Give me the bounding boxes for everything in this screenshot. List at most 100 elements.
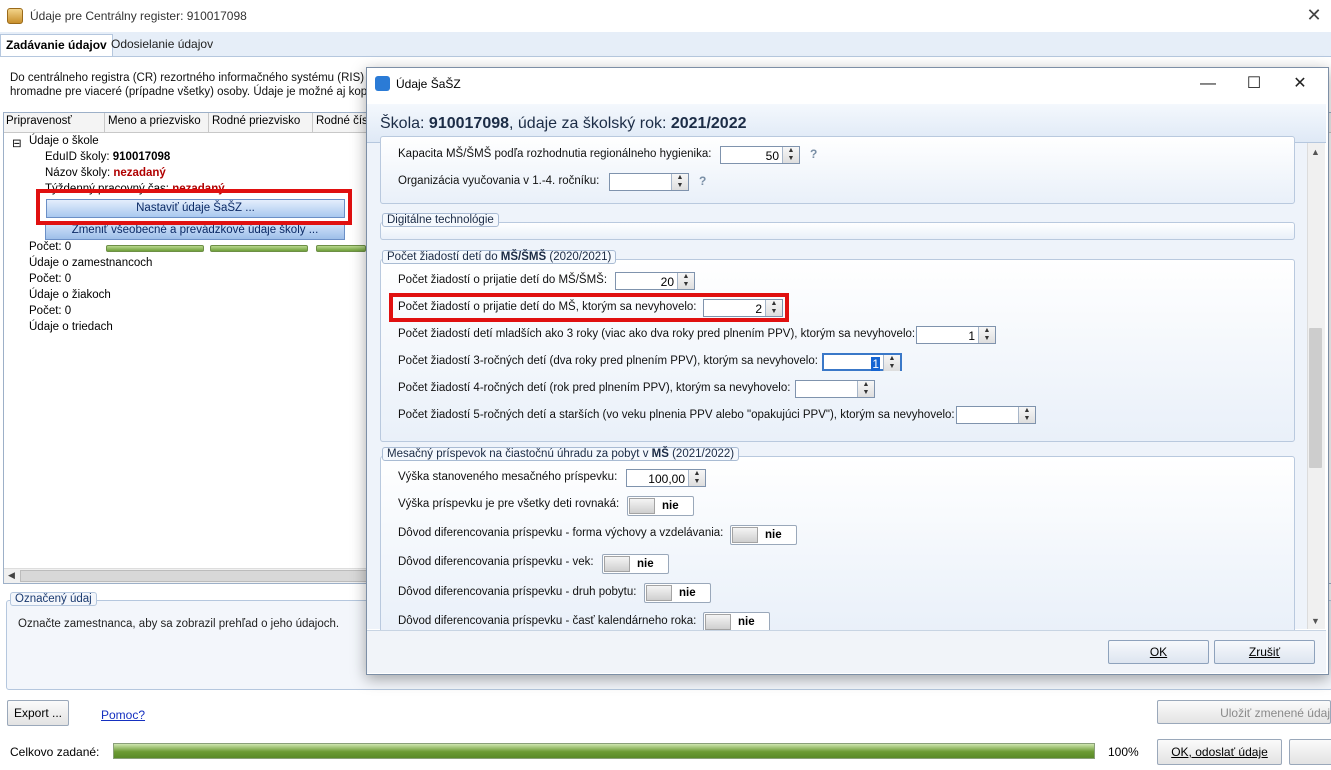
fee-toggle-2-label: Dôvod diferencovania príspevku - vek: (398, 556, 594, 568)
main-close-icon[interactable]: ✕ (1300, 3, 1328, 27)
request-5-spinner-icon[interactable]: ▲ ▼ (1018, 407, 1035, 423)
org-spinner-icon[interactable]: ▲ ▼ (671, 174, 688, 190)
tab-odosielanie-udajov[interactable]: Odosielanie údajov (106, 34, 218, 55)
request-0-value: 20 (660, 275, 674, 289)
school-mid: , údaje za školský rok: (509, 115, 671, 132)
fee-amount-input[interactable]: 100,00 ▲ ▼ (626, 469, 706, 487)
count-employees: Počet: 0 (29, 273, 72, 285)
highlight-request-1 (389, 293, 789, 322)
capacity-help-icon[interactable]: ? (810, 147, 817, 161)
requests-legend-bold: MŠ/ŠMŠ (500, 251, 547, 263)
description-line-1: Do centrálneho registra (CR) rezortného … (10, 72, 390, 84)
group-capacity (380, 136, 1295, 204)
tab-zadavanie-udajov[interactable]: Zadávanie údajov (0, 34, 113, 56)
fee-toggle-1[interactable]: nie (730, 525, 797, 545)
column-rodne-cislo[interactable]: Rodné čís (316, 115, 368, 127)
progress-bar-1 (106, 245, 204, 252)
request-2-spinner-icon[interactable]: ▲ ▼ (978, 327, 995, 343)
capacity-spinner-icon[interactable]: ▲ ▼ (782, 147, 799, 163)
group-digital (380, 222, 1295, 240)
column-meno[interactable]: Meno a priezvisko (108, 115, 201, 127)
requests-legend: Počet žiadostí detí do MŠ/ŠMŠ (2020/2021… (382, 250, 617, 264)
tree-expander-icon[interactable]: ⊟ (12, 136, 22, 150)
tree-node-school[interactable]: Údaje o škole (29, 135, 99, 147)
tree-eduid: EduID školy: 910017098 (45, 151, 170, 163)
fee-toggle-4-label: Dôvod diferencovania príspevku - časť ka… (398, 615, 697, 627)
dialog-school-line: Škola: 910017098, údaje za školský rok: … (380, 115, 747, 133)
request-3-input[interactable]: 1 ▲ ▼ (822, 353, 902, 371)
help-link[interactable]: Pomoc? (101, 708, 145, 722)
dialog-close-icon[interactable]: ✕ (1280, 70, 1320, 98)
fee-toggle-4-value: nie (738, 616, 755, 628)
count-pupils: Počet: 0 (29, 305, 72, 317)
save-changes-button[interactable]: Uložiť zmenené údaj (1157, 700, 1331, 724)
fees-legend-pre: Mesačný príspevok na čiastočnú úhradu za… (387, 448, 652, 460)
request-3-spinner-icon[interactable]: ▲ ▼ (883, 355, 900, 371)
main-tabs: Zadávanie údajov Odosielanie údajov (0, 32, 1331, 57)
minimize-icon[interactable]: — (1188, 70, 1228, 98)
org-help-icon[interactable]: ? (699, 174, 706, 188)
request-0-label: Počet žiadostí o prijatie detí do MŠ/ŠMŠ… (398, 274, 608, 286)
horizontal-scroll-thumb[interactable] (20, 570, 368, 582)
overall-progress-percent: 100% (1108, 745, 1139, 759)
app-icon (7, 8, 23, 24)
scroll-left-icon[interactable]: ◀ (8, 570, 15, 581)
toggle-knob (629, 498, 655, 514)
fee-toggle-0[interactable]: nie (627, 496, 694, 516)
fee-toggle-3[interactable]: nie (644, 583, 711, 603)
digital-legend: Digitálne technológie (382, 213, 499, 227)
toggle-knob (646, 585, 672, 601)
request-4-input[interactable]: ▲ ▼ (795, 380, 875, 398)
fee-toggle-2[interactable]: nie (602, 554, 669, 574)
request-0-input[interactable]: 20 ▲ ▼ (615, 272, 695, 290)
request-2-label: Počet žiadostí detí mladších ako 3 roky … (398, 328, 916, 340)
fee-toggle-3-label: Dôvod diferencovania príspevku - druh po… (398, 586, 637, 598)
fee-toggle-0-label: Výška príspevku je pre všetky deti rovna… (398, 498, 620, 510)
fee-toggle-3-value: nie (679, 587, 696, 599)
maximize-icon[interactable]: ☐ (1234, 70, 1274, 98)
tree-node-employees[interactable]: Údaje o zamestnancoch (29, 257, 152, 269)
fee-toggle-1-value: nie (765, 529, 782, 541)
capacity-input[interactable]: 50 ▲ ▼ (720, 146, 800, 164)
fees-legend-post: (2021/2022) (668, 448, 735, 460)
dialog-cancel-button[interactable]: Zrušiť (1214, 640, 1315, 664)
requests-legend-pre: Počet žiadostí detí do (387, 251, 501, 263)
column-pripravenost[interactable]: Pripravenosť (6, 115, 72, 127)
eduid-label: EduID školy: (45, 151, 110, 163)
dialog-scroll-thumb[interactable] (1309, 328, 1322, 468)
toggle-knob (705, 614, 731, 630)
progress-bar-2 (210, 245, 308, 252)
description-line-2: hromadne pre viaceré (prípadne všetky) o… (10, 86, 387, 98)
tree-node-classes[interactable]: Údaje o triedach (29, 321, 113, 333)
extra-button[interactable] (1289, 739, 1331, 765)
toggle-knob (604, 556, 630, 572)
request-0-spinner-icon[interactable]: ▲ ▼ (677, 273, 694, 289)
status-label: Celkovo zadané: (10, 745, 100, 759)
fees-legend: Mesačný príspevok na čiastočnú úhradu za… (382, 447, 740, 461)
dialog-title: Údaje ŠaŠZ (396, 77, 461, 91)
request-3-label: Počet žiadostí 3-ročných detí (dva roky … (398, 355, 818, 367)
dialog-titlebar (367, 68, 1326, 100)
selected-data-legend: Označený údaj (10, 592, 97, 606)
fee-toggle-4[interactable]: nie (703, 612, 770, 632)
column-rodne-priezvisko[interactable]: Rodné priezvisko (212, 115, 300, 127)
scroll-down-icon[interactable]: ▼ (1309, 614, 1322, 628)
requests-legend-post: (2020/2021) (546, 251, 612, 263)
request-4-spinner-icon[interactable]: ▲ ▼ (857, 381, 874, 397)
export-button[interactable]: Export ... (7, 700, 69, 726)
request-5-input[interactable]: ▲ ▼ (956, 406, 1036, 424)
overall-progress-bar (113, 743, 1095, 759)
request-2-input[interactable]: 1 ▲ ▼ (916, 326, 996, 344)
dialog-ok-button[interactable]: OK (1108, 640, 1209, 664)
scroll-up-icon[interactable]: ▲ (1309, 145, 1322, 159)
fee-toggle-1-label: Dôvod diferencovania príspevku - forma v… (398, 527, 724, 539)
fee-amount-spinner-icon[interactable]: ▲ ▼ (688, 470, 705, 486)
request-5-label: Počet žiadostí 5-ročných detí a starších… (398, 409, 955, 421)
ok-send-button[interactable]: OK, odoslať údaje (1157, 739, 1282, 765)
highlight-sasz-button (36, 189, 352, 225)
org-input[interactable]: ▲ ▼ (609, 173, 689, 191)
eduid-value: 910017098 (112, 151, 171, 163)
tree-node-pupils[interactable]: Údaje o žiakoch (29, 289, 111, 301)
tree-school-name: Názov školy: nezadaný (45, 167, 166, 179)
selected-data-hint: Označte zamestnanca, aby sa zobrazil pre… (18, 618, 340, 630)
